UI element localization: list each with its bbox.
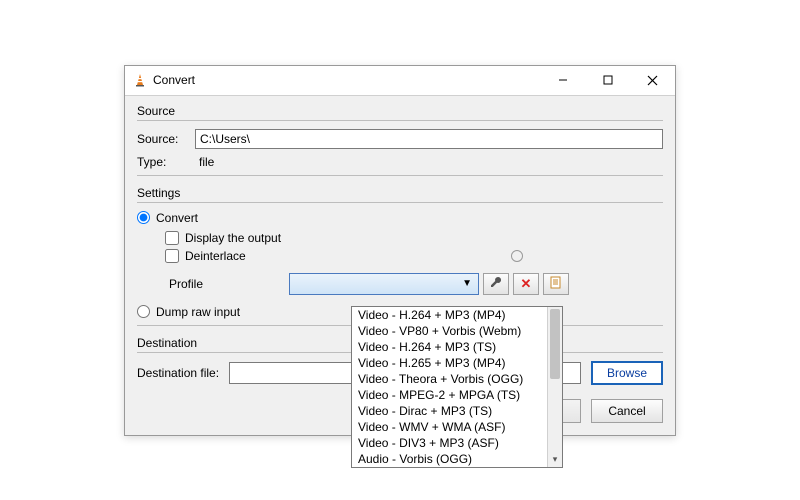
divider	[137, 202, 663, 203]
source-input[interactable]	[195, 129, 663, 149]
profile-option[interactable]: Video - MPEG-2 + MPGA (TS)	[352, 387, 562, 403]
scrollbar-thumb[interactable]	[550, 309, 560, 379]
profile-option[interactable]: Video - H.265 + MP3 (MP4)	[352, 355, 562, 371]
new-profile-button[interactable]	[543, 273, 569, 295]
browse-button[interactable]: Browse	[591, 361, 663, 385]
edit-profile-button[interactable]	[483, 273, 509, 295]
wrench-icon	[489, 275, 503, 292]
divider	[137, 175, 663, 176]
dump-raw-radio[interactable]	[137, 305, 150, 318]
source-group-label: Source	[137, 104, 663, 118]
dump-raw-label: Dump raw input	[156, 305, 240, 319]
divider	[137, 120, 663, 121]
profile-option[interactable]: Video - DIV3 + MP3 (ASF)	[352, 435, 562, 451]
profile-option[interactable]: Video - H.264 + MP3 (TS)	[352, 339, 562, 355]
window-title: Convert	[153, 73, 540, 87]
profile-option[interactable]: Video - WMV + WMA (ASF)	[352, 419, 562, 435]
small-radio-icon	[511, 250, 523, 262]
minimize-button[interactable]	[540, 65, 585, 95]
delete-profile-button[interactable]: ✕	[513, 273, 539, 295]
convert-dialog: Convert Source Source: Type: file Sett	[124, 65, 676, 436]
profile-label: Profile	[165, 277, 285, 291]
profile-option[interactable]: Video - H.264 + MP3 (MP4)	[352, 307, 562, 323]
profile-option[interactable]: Audio - Vorbis (OGG)	[352, 451, 562, 467]
profile-combobox[interactable]: ▼	[289, 273, 479, 295]
vlc-cone-icon	[133, 73, 147, 87]
type-value: file	[195, 155, 214, 169]
new-profile-icon	[549, 275, 563, 292]
type-label: Type:	[137, 155, 195, 169]
settings-group: Settings Convert Display the output Dein…	[137, 186, 663, 326]
deinterlace-label: Deinterlace	[185, 249, 246, 263]
profile-dropdown-list[interactable]: Video - H.264 + MP3 (MP4)Video - VP80 + …	[351, 306, 563, 468]
convert-radio-label: Convert	[156, 211, 198, 225]
source-label: Source:	[137, 132, 195, 146]
scroll-down-arrow-icon[interactable]: ▾	[548, 453, 562, 467]
close-button[interactable]	[630, 65, 675, 95]
destination-file-label: Destination file:	[137, 366, 229, 380]
display-output-checkbox[interactable]	[165, 231, 179, 245]
maximize-button[interactable]	[585, 65, 630, 95]
dropdown-scrollbar[interactable]: ▾	[547, 307, 562, 467]
convert-radio[interactable]	[137, 211, 150, 224]
profile-option[interactable]: Video - Dirac + MP3 (TS)	[352, 403, 562, 419]
display-output-label: Display the output	[185, 231, 281, 245]
profile-option[interactable]: Video - Theora + Vorbis (OGG)	[352, 371, 562, 387]
titlebar: Convert	[125, 66, 675, 96]
source-group: Source Source: Type: file	[137, 104, 663, 176]
chevron-down-icon: ▼	[462, 278, 472, 289]
delete-x-icon: ✕	[521, 276, 532, 292]
settings-group-label: Settings	[137, 186, 663, 200]
profile-option[interactable]: Video - VP80 + Vorbis (Webm)	[352, 323, 562, 339]
deinterlace-checkbox[interactable]	[165, 249, 179, 263]
cancel-button[interactable]: Cancel	[591, 399, 663, 423]
